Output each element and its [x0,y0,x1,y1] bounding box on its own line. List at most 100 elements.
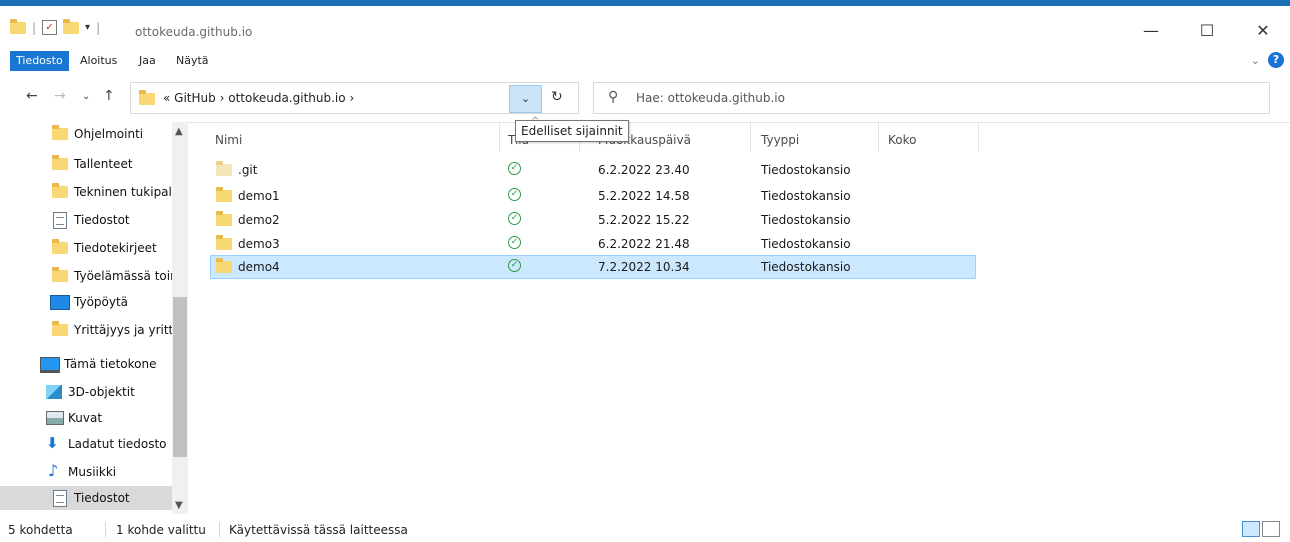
breadcrumb-separator[interactable]: › [220,91,225,105]
column-divider[interactable] [750,122,751,152]
synced-icon: ✓ [508,259,521,272]
nav-item-tyoelamassa[interactable]: Työelämässä toir [0,264,172,288]
help-icon[interactable]: ? [1268,52,1284,68]
nav-item-music[interactable]: ♪ Musiikki [0,460,172,484]
forward-arrow-icon[interactable]: → [54,88,66,104]
nav-item-pictures[interactable]: Kuvat [0,406,172,430]
breadcrumb-item-current[interactable]: ottokeuda.github.io [228,91,345,105]
file-name: demo2 [238,213,280,227]
tab-file[interactable]: Tiedosto [10,51,69,71]
customize-toolbar-dropdown-icon[interactable]: ▾ [85,22,90,33]
previous-locations-button[interactable]: ⌄ [509,85,542,113]
tab-share[interactable]: Jaa [139,51,156,71]
search-icon: ⚲ [608,89,619,105]
file-modified: 5.2.2022 14.58 [598,189,690,203]
maximize-button[interactable]: ☐ [1184,20,1230,42]
scroll-up-icon[interactable]: ▲ [175,126,183,137]
nav-item-tyopoyta[interactable]: Työpöytä [0,290,172,314]
synced-icon: ✓ [508,212,521,225]
document-icon [53,490,67,507]
file-type: Tiedostokansio [761,213,851,227]
back-arrow-icon[interactable]: ← [26,88,38,104]
synced-icon: ✓ [508,236,521,249]
scroll-down-icon[interactable]: ▼ [175,500,183,511]
breadcrumb-separator[interactable]: › [349,91,354,105]
cube-icon [46,385,62,399]
breadcrumb-overflow[interactable]: « [163,91,170,105]
nav-item-yrittajyys[interactable]: Yrittäjyys ja yrittä [0,318,172,342]
document-icon [53,212,67,229]
breadcrumb-item-github[interactable]: GitHub [174,91,216,105]
file-row[interactable]: .git ✓ 6.2.2022 23.40 Tiedostokansio [210,158,976,180]
recent-locations-chevron-icon[interactable]: ⌄ [82,91,90,102]
close-button[interactable]: ✕ [1240,20,1286,42]
column-header-type[interactable]: Tyyppi [761,133,799,147]
nav-item-tiedostot[interactable]: Tiedostot [0,208,172,232]
column-divider[interactable] [878,122,879,152]
column-divider[interactable] [499,122,500,152]
refresh-icon[interactable]: ↻ [551,89,563,105]
ribbon-tabs: Tiedosto Aloitus Jaa Näytä ⌄ ? [0,48,1290,74]
file-type: Tiedostokansio [761,163,851,177]
up-arrow-icon[interactable]: ↑ [103,88,115,104]
properties-icon[interactable]: ✓ [42,20,58,35]
details-view-icon[interactable] [1242,521,1260,537]
item-count: 5 kohdetta [8,523,73,537]
file-modified: 6.2.2022 21.48 [598,237,690,251]
chevron-down-icon: ⌄ [520,92,531,105]
file-type: Tiedostokansio [761,237,851,251]
title-bar[interactable]: | ✓ ▾ | ottokeuda.github.io — ☐ ✕ [0,6,1290,48]
column-headers: ^ Nimi Tila Muokkauspäivä Tyyppi Koko [190,116,1290,152]
tab-view[interactable]: Näytä [176,51,209,71]
nav-item-tallenteet[interactable]: Tallenteet [0,152,172,176]
search-input[interactable]: Hae: ottokeuda.github.io [636,91,785,105]
desktop-icon [50,295,70,310]
nav-item-tiedotekirjeet[interactable]: Tiedotekirjeet [0,236,172,260]
nav-item-label: Tiedotekirjeet [74,241,157,255]
nav-scrollbar[interactable]: ▲ ▼ [172,122,188,514]
availability-status: Käytettävissä tässä laitteessa [229,523,408,537]
scrollbar-thumb[interactable] [173,297,187,457]
folder-icon [216,211,232,226]
folder-icon [216,258,232,273]
nav-item-ohjelmointi[interactable]: Ohjelmointi [0,122,172,146]
tab-home[interactable]: Aloitus [80,51,117,71]
nav-item-tiedostot-selected[interactable]: Tiedostot [0,486,172,510]
file-row[interactable]: demo3 ✓ 6.2.2022 21.48 Tiedostokansio [210,232,976,254]
nav-item-label: Kuvat [68,411,103,425]
window-title: ottokeuda.github.io [135,25,253,39]
large-icons-view-icon[interactable] [1262,521,1280,537]
column-header-name[interactable]: Nimi [215,133,242,147]
file-type: Tiedostokansio [761,189,851,203]
pictures-icon [46,411,64,425]
nav-item-this-pc[interactable]: Tämä tietokone [0,352,172,376]
expand-ribbon-icon[interactable]: ⌄ [1251,54,1260,67]
nav-item-downloads[interactable]: ⬇ Ladatut tiedosto [0,432,172,456]
nav-item-3d-objects[interactable]: 3D-objektit [0,380,172,404]
file-name: demo4 [238,260,280,274]
file-name: demo3 [238,237,280,251]
nav-item-label: Tekninen tukipal [74,185,172,199]
file-type: Tiedostokansio [761,260,851,274]
nav-item-tekninen-tukipal[interactable]: Tekninen tukipal [0,180,172,204]
minimize-button[interactable]: — [1128,20,1174,42]
nav-item-label: 3D-objektit [68,385,135,399]
address-bar[interactable]: « GitHub › ottokeuda.github.io › ⌄ ↻ [130,82,579,114]
nav-item-label: Ladatut tiedosto [68,437,167,451]
nav-item-label: Työpöytä [74,295,129,309]
file-row-selected[interactable]: demo4 ✓ 7.2.2022 10.34 Tiedostokansio [210,255,976,279]
column-header-size[interactable]: Koko [888,133,916,147]
nav-item-label: Ohjelmointi [74,127,144,141]
toolbar-separator: | [32,20,37,35]
synced-icon: ✓ [508,188,521,201]
new-folder-icon[interactable] [63,18,80,34]
nav-item-label: Yrittäjyys ja yrittä [74,323,172,337]
folder-icon [52,267,68,282]
nav-item-label: Työelämässä toir [74,269,172,283]
file-row[interactable]: demo1 ✓ 5.2.2022 14.58 Tiedostokansio [210,184,976,206]
file-name: demo1 [238,189,280,203]
column-divider[interactable] [978,122,979,152]
file-row[interactable]: demo2 ✓ 5.2.2022 15.22 Tiedostokansio [210,208,976,230]
navigation-bar: ← → ⌄ ↑ « GitHub › ottokeuda.github.io ›… [0,74,1290,123]
search-box[interactable]: ⚲ Hae: ottokeuda.github.io [593,82,1270,114]
